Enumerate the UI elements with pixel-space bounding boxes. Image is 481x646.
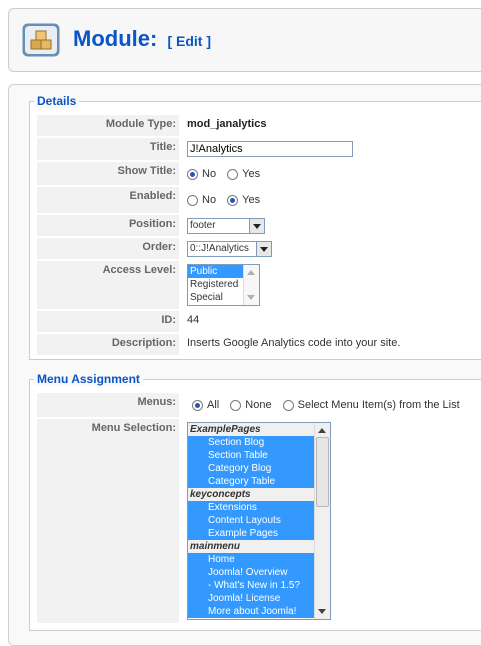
- menu-selection-row: Menu Selection: ExamplePages Section Blog…: [37, 419, 481, 623]
- menu-group-header: ExamplePages: [188, 423, 330, 436]
- menus-all-label: All: [207, 399, 220, 412]
- enabled-yes-radio[interactable]: [227, 194, 239, 206]
- access-level-scrollbar[interactable]: [243, 265, 259, 305]
- page-title: Module: [ Edit ]: [73, 26, 211, 52]
- title-row: Title:: [37, 138, 481, 160]
- enabled-no-radio[interactable]: [187, 194, 198, 206]
- menu-selection-listbox[interactable]: ExamplePages Section Blog Section Table Cat…: [187, 422, 331, 620]
- position-select[interactable]: footer: [187, 218, 265, 234]
- menu-item-option[interactable]: Joomla! License: [188, 592, 330, 605]
- menus-select-radio[interactable]: [282, 399, 294, 411]
- menus-radios: All None Select Menu Item(s) from the Li…: [192, 399, 468, 411]
- menus-select-label: Select Menu Item(s) from the List: [297, 399, 460, 412]
- show-title-radios: No Yes: [187, 168, 268, 180]
- order-label: Order:: [37, 238, 179, 259]
- enabled-row: Enabled: No Yes: [37, 187, 481, 213]
- menu-item-option[interactable]: - What's New in 1.5?: [188, 579, 330, 592]
- menus-none-radio[interactable]: [230, 399, 242, 411]
- module-boxes-icon: [22, 23, 60, 57]
- access-level-label: Access Level:: [37, 261, 179, 309]
- menu-selection-scrollbar[interactable]: [314, 423, 330, 619]
- position-select-value: footer: [190, 220, 216, 231]
- scroll-up-arrow-icon[interactable]: [318, 428, 326, 433]
- details-legend: Details: [34, 94, 80, 108]
- menu-assignment-fieldset: Menu Assignment Menus: All None Select M…: [29, 372, 481, 631]
- description-label: Description:: [37, 334, 179, 355]
- enabled-no-label: No: [202, 194, 217, 207]
- scroll-down-arrow-icon[interactable]: [247, 295, 255, 300]
- menu-item-option[interactable]: Section Blog: [188, 436, 330, 449]
- menu-group-header: mainmenu: [188, 540, 330, 553]
- scroll-down-arrow-icon[interactable]: [318, 609, 326, 614]
- show-title-label: Show Title:: [37, 162, 179, 185]
- title-label: Title:: [37, 138, 179, 160]
- id-value: 44: [187, 314, 200, 326]
- menus-label: Menus:: [37, 393, 179, 417]
- menu-item-option[interactable]: Example Pages: [188, 527, 330, 540]
- show-title-no-label: No: [202, 168, 217, 181]
- position-dropdown-arrow-icon[interactable]: [249, 219, 264, 233]
- show-title-row: Show Title: No Yes: [37, 162, 481, 185]
- menu-item-option[interactable]: Extensions: [188, 501, 330, 514]
- menu-item-option[interactable]: Home: [188, 553, 330, 566]
- access-level-listbox[interactable]: Public Registered Special: [187, 264, 260, 306]
- show-title-no-radio[interactable]: [187, 168, 198, 180]
- module-type-label: Module Type:: [37, 115, 179, 136]
- enabled-label: Enabled:: [37, 187, 179, 213]
- show-title-yes-label: Yes: [242, 168, 261, 181]
- module-type-row: Module Type: mod_janalytics: [37, 115, 481, 136]
- menu-item-option[interactable]: Section Table: [188, 449, 330, 462]
- details-fieldset: Details Module Type: mod_janalytics Titl…: [29, 94, 481, 360]
- menu-selection-label: Menu Selection:: [37, 419, 179, 623]
- menu-group-header: keyconcepts: [188, 488, 330, 501]
- order-select-value: 0::J!Analytics: [190, 243, 249, 254]
- order-select[interactable]: 0::J!Analytics: [187, 241, 272, 257]
- menu-item-option[interactable]: Joomla! Overview: [188, 566, 330, 579]
- description-row: Description: Inserts Google Analytics co…: [37, 334, 481, 355]
- menu-item-option[interactable]: Category Table: [188, 475, 330, 488]
- id-label: ID:: [37, 311, 179, 332]
- page-title-text: Module:: [73, 26, 158, 51]
- menus-row: Menus: All None Select Menu Item(s) from…: [37, 393, 481, 417]
- scrollbar-thumb[interactable]: [316, 437, 329, 507]
- menus-all-radio[interactable]: [192, 399, 203, 411]
- access-level-row: Access Level: Public Registered Special: [37, 261, 481, 309]
- menu-item-option[interactable]: Content Layouts: [188, 514, 330, 527]
- scroll-up-arrow-icon[interactable]: [247, 270, 255, 275]
- position-label: Position:: [37, 215, 179, 236]
- position-row: Position: footer: [37, 215, 481, 236]
- order-dropdown-arrow-icon[interactable]: [256, 242, 271, 256]
- menu-item-option[interactable]: Category Blog: [188, 462, 330, 475]
- enabled-radios: No Yes: [187, 194, 268, 206]
- menu-assignment-legend: Menu Assignment: [34, 372, 143, 386]
- title-input[interactable]: [187, 141, 353, 157]
- order-row: Order: 0::J!Analytics: [37, 238, 481, 259]
- menus-none-label: None: [245, 399, 272, 412]
- show-title-yes-radio[interactable]: [227, 168, 239, 180]
- description-value: Inserts Google Analytics code into your …: [187, 337, 401, 349]
- module-type-value: mod_janalytics: [187, 118, 267, 130]
- menu-items-container: ExamplePages Section Blog Section Table Cat…: [188, 423, 330, 618]
- id-row: ID: 44: [37, 311, 481, 332]
- enabled-yes-label: Yes: [242, 194, 261, 207]
- menu-item-option[interactable]: More about Joomla!: [188, 605, 330, 618]
- edit-tag: [ Edit ]: [167, 33, 211, 49]
